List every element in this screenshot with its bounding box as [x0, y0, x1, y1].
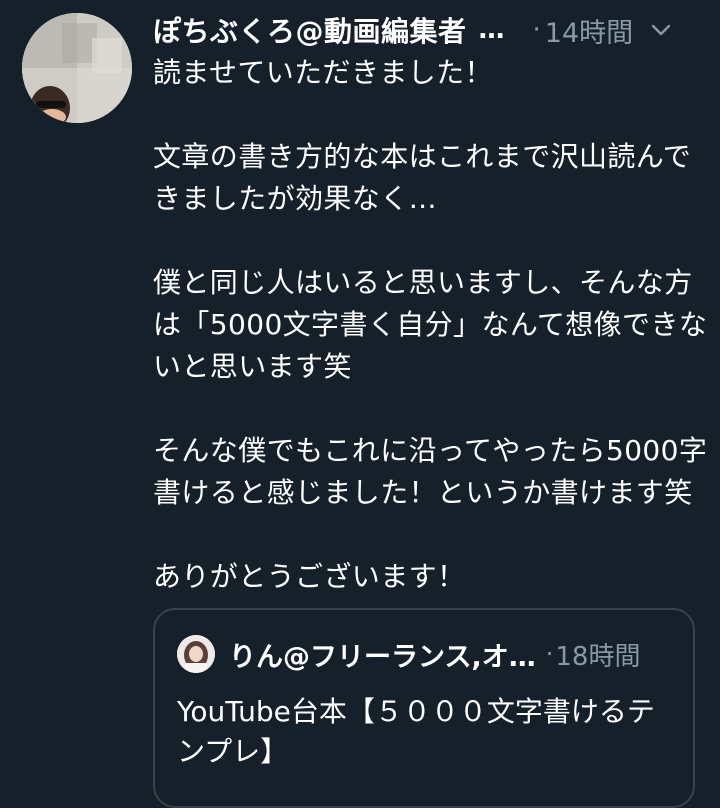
- quoted-tweet-text: YouTube台本【５０００文字書けるテンプレ】: [177, 695, 655, 768]
- tweet-timestamp[interactable]: 14時間: [545, 11, 633, 50]
- quoted-tweet-card[interactable]: りん@フリーランス,オ… · 18時間 YouTube台本【５０００文字書けるテ…: [153, 608, 695, 808]
- quoted-tweet-timestamp: 18時間: [555, 641, 641, 672]
- quoted-author-display-name[interactable]: りん@フリーランス,オ…: [229, 635, 536, 674]
- tweet-body-text: 読ませていただきました！ 文章の書き方的な本はこれまで沢山読んできましたが効果な…: [153, 56, 708, 593]
- chevron-down-icon[interactable]: [647, 16, 675, 44]
- author-avatar[interactable]: [22, 13, 132, 123]
- time-separator: ·: [532, 15, 541, 45]
- name-truncation: …: [478, 15, 505, 45]
- quoted-tweet-header: りん@フリーランス,オ… · 18時間: [177, 632, 640, 676]
- avatar-photo-icon: [22, 13, 132, 123]
- author-display-name[interactable]: ぽちぶくろ@動画編集者: [153, 10, 467, 50]
- quoted-author-avatar: [177, 635, 215, 673]
- tweet-header: ぽちぶくろ@動画編集者 … · 14時間: [153, 8, 713, 52]
- avatar-photo-icon: [177, 635, 215, 673]
- quoted-time-separator: ·: [545, 640, 554, 668]
